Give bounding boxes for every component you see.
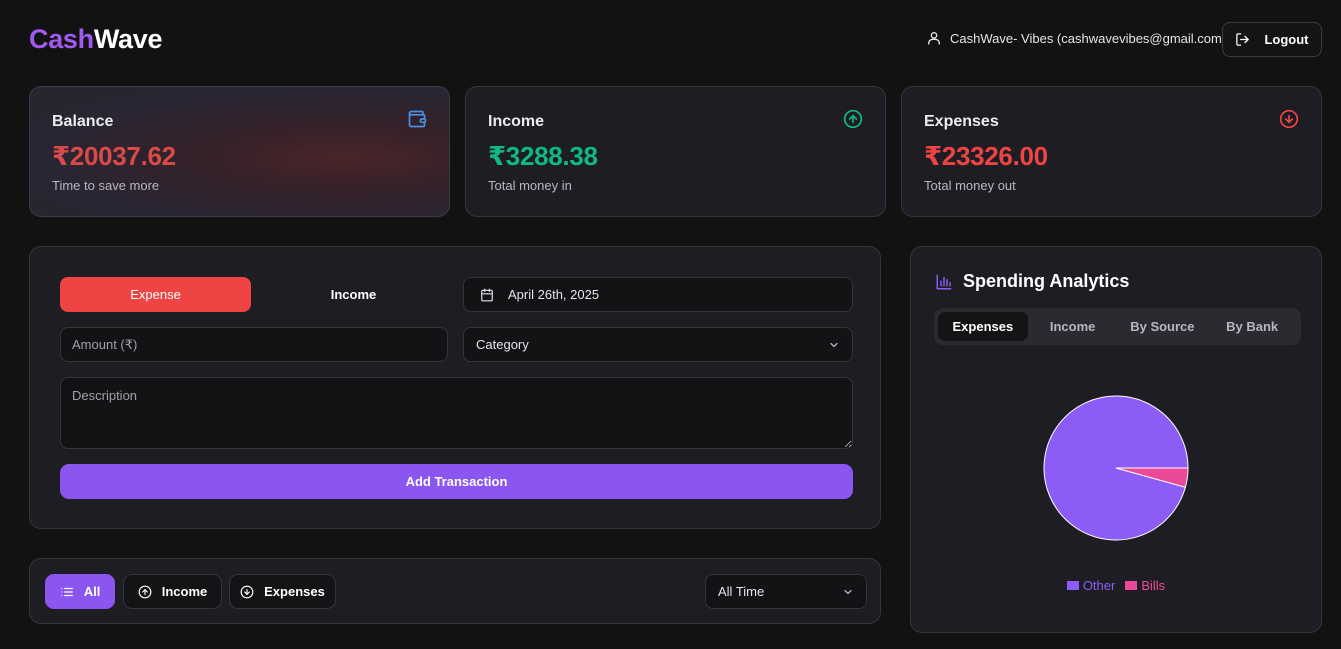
arrow-up-circle-icon	[138, 585, 152, 598]
filter-income-button[interactable]: Income	[123, 574, 222, 609]
calendar-icon	[481, 288, 493, 301]
transaction-form: Expense Income April 26th, 2025 Category…	[29, 246, 881, 529]
analytics-header: Spending Analytics	[935, 271, 1129, 292]
balance-value: ₹20037.62	[52, 141, 176, 171]
filter-bar: All Income Expenses All Time	[29, 558, 881, 624]
logo-cash-text: Cash	[29, 24, 94, 54]
wallet-icon	[408, 110, 427, 128]
time-range-select[interactable]: All Time	[705, 574, 867, 609]
user-name-email: CashWave- Vibes (cashwavevibes@gmail.com…	[950, 30, 1227, 46]
date-value: April 26th, 2025	[508, 287, 600, 302]
legend-item-bills[interactable]: Bills	[1125, 578, 1165, 593]
balance-card: Balance ₹20037.62 Time to save more	[29, 86, 450, 217]
type-income-button[interactable]: Income	[258, 277, 449, 312]
user-icon	[928, 32, 940, 45]
chevron-down-icon	[844, 589, 852, 594]
bar-chart-icon	[936, 274, 952, 289]
category-value: Category	[476, 337, 529, 352]
arrow-down-circle-icon	[1279, 109, 1299, 129]
legend-item-other[interactable]: Other	[1066, 578, 1116, 593]
arrow-up-circle-icon	[843, 109, 863, 129]
expenses-title: Expenses	[924, 113, 999, 130]
time-range-value: All Time	[718, 584, 765, 599]
expenses-value: ₹23326.00	[924, 141, 1048, 171]
income-value: ₹3288.38	[488, 141, 598, 171]
spending-analytics-card: Spending Analytics Expenses Income By So…	[910, 246, 1322, 633]
filter-expenses-button[interactable]: Expenses	[229, 574, 336, 609]
legend-swatch	[1125, 581, 1138, 590]
filter-all-button[interactable]: All	[45, 574, 115, 609]
balance-title: Balance	[52, 113, 114, 130]
tab-by-source[interactable]: By Source	[1118, 312, 1208, 341]
balance-subtitle: Time to save more	[52, 178, 160, 193]
filter-income-label: Income	[161, 584, 208, 599]
filter-expenses-label: Expenses	[264, 584, 325, 599]
tab-expenses[interactable]: Expenses	[938, 312, 1028, 341]
filter-all-label: All	[83, 584, 101, 599]
logout-button[interactable]: Logout	[1222, 22, 1322, 57]
income-card: Income ₹3288.38 Total money in	[465, 86, 886, 217]
add-transaction-button[interactable]: Add Transaction	[60, 464, 853, 499]
logo: CashWave	[29, 24, 162, 55]
income-title: Income	[488, 113, 545, 130]
description-textarea[interactable]	[60, 377, 853, 449]
logout-icon	[1236, 33, 1250, 46]
pie-chart	[1041, 393, 1191, 543]
income-subtitle: Total money in	[488, 178, 572, 193]
expenses-card: Expenses ₹23326.00 Total money out	[901, 86, 1322, 217]
analytics-tabs: Expenses Income By Source By Bank	[934, 308, 1301, 345]
category-select[interactable]: Category	[463, 327, 853, 362]
pie-chart-svg	[1043, 395, 1189, 541]
analytics-title: Spending Analytics	[963, 271, 1130, 291]
tab-by-bank[interactable]: By Bank	[1207, 312, 1297, 341]
user-info: CashWave- Vibes (cashwavevibes@gmail.com…	[926, 30, 1226, 46]
pie-legend: Other Bills	[911, 578, 1321, 593]
date-picker[interactable]: April 26th, 2025	[463, 277, 853, 312]
type-expense-button[interactable]: Expense	[60, 277, 251, 312]
expenses-subtitle: Total money out	[924, 178, 1016, 193]
arrow-down-circle-icon	[240, 585, 254, 598]
legend-swatch	[1066, 581, 1079, 590]
legend-label: Bills	[1141, 578, 1166, 593]
chevron-down-icon	[830, 342, 838, 347]
legend-label: Other	[1082, 578, 1116, 593]
logout-label: Logout	[1264, 32, 1309, 47]
tab-income[interactable]: Income	[1028, 312, 1118, 341]
amount-input[interactable]	[60, 327, 448, 362]
header: CashWave CashWave- Vibes (cashwavevibes@…	[0, 0, 1341, 80]
logo-wave-text: Wave	[93, 24, 163, 54]
list-icon	[60, 587, 73, 596]
